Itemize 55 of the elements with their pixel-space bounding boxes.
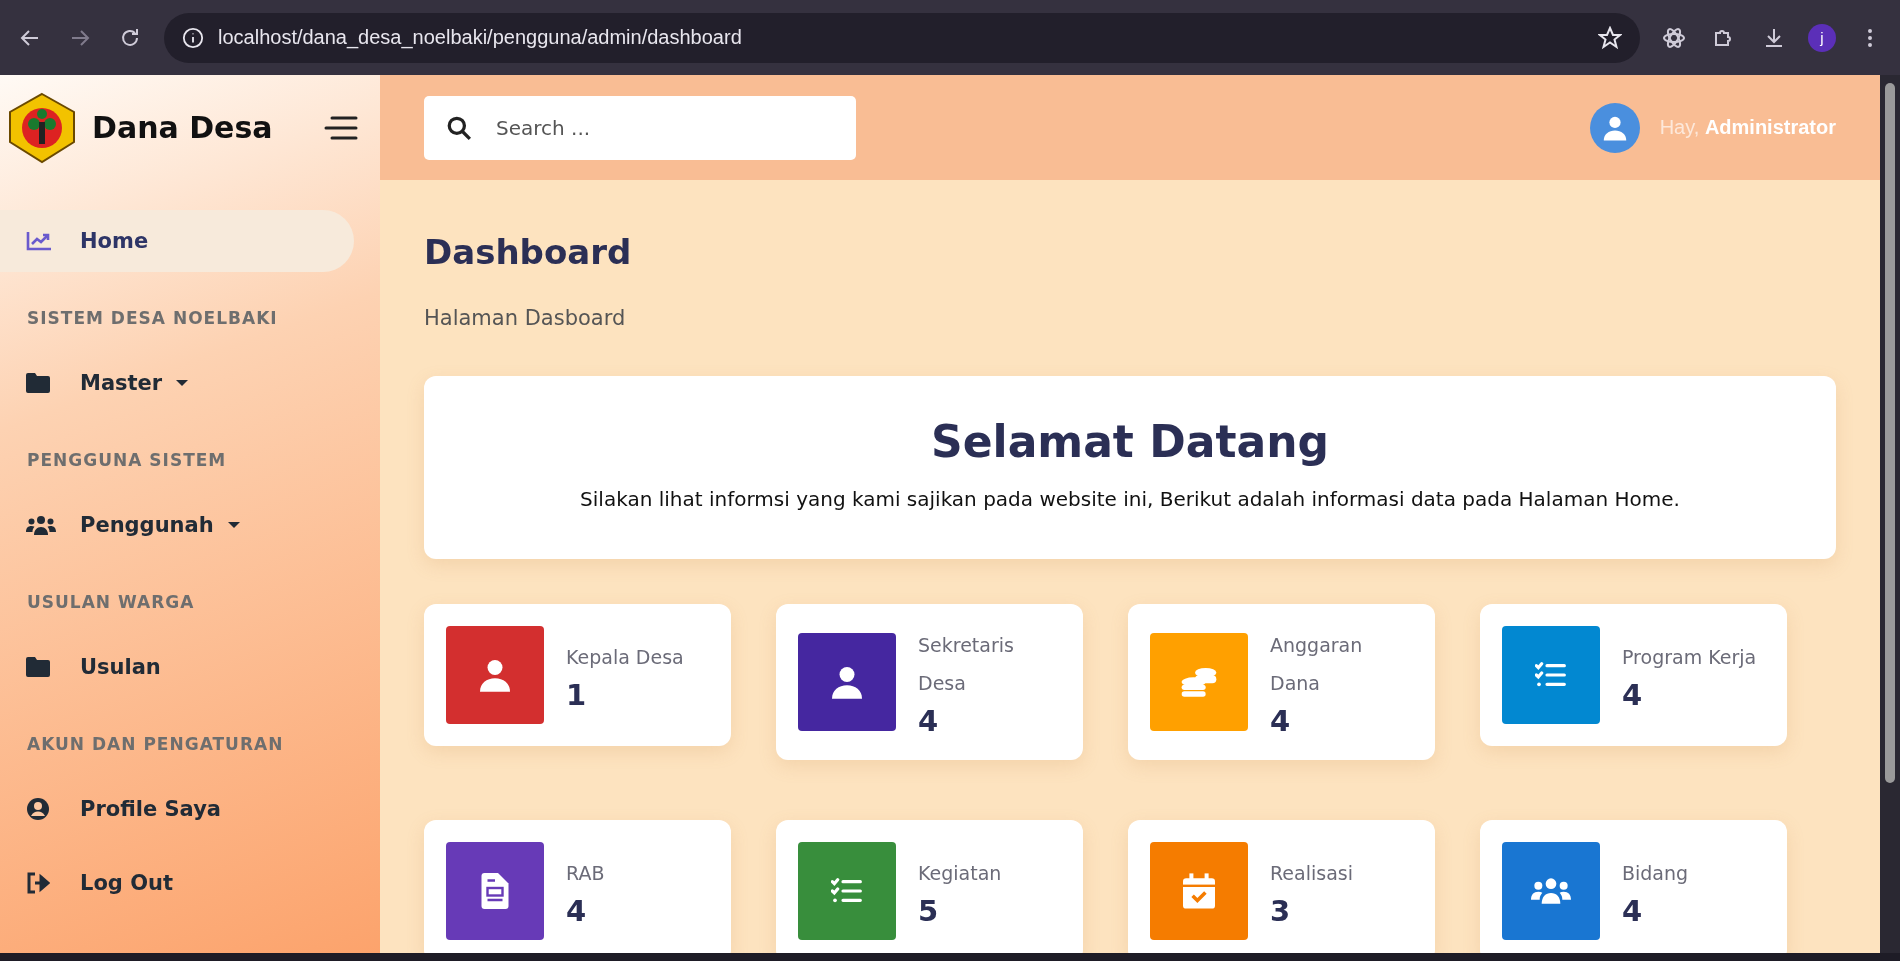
- stat-label: Program Kerja: [1622, 645, 1757, 670]
- nav-item[interactable]: Log Out: [0, 852, 354, 914]
- coins-icon: [1179, 666, 1219, 698]
- address-bar[interactable]: localhost/dana_desa_noelbaki/pengguna/admin/dashboard: [164, 12, 1640, 63]
- stat-label: Sekretaris Desa: [918, 633, 1015, 696]
- logout-icon: [26, 872, 50, 894]
- welcome-text: Silakan lihat informsi yang kami sajikan pada website ini, Berikut adalah informasi data pada Halaman Home.: [580, 487, 1680, 511]
- stat-value: 4: [918, 704, 940, 738]
- stat-value: 5: [918, 894, 940, 928]
- nav-item[interactable]: Penggunah: [0, 494, 354, 556]
- star-icon[interactable]: [1598, 25, 1622, 50]
- emblem-icon: [6, 91, 78, 164]
- stat-value: 4: [1622, 894, 1644, 928]
- nav-item[interactable]: Home: [0, 210, 354, 272]
- checklist-icon: [831, 877, 863, 905]
- search-icon: [446, 114, 472, 141]
- brand-name: Dana Desa: [92, 110, 274, 145]
- users-icon: [26, 514, 56, 536]
- stat-value: 4: [566, 894, 588, 928]
- users-icon: [1531, 877, 1571, 905]
- nav-section-heading: USULAN WARGA: [26, 591, 196, 614]
- folder-icon: [26, 373, 50, 393]
- stat-label: Bidang: [1622, 861, 1689, 886]
- nav-section-heading: SISTEM DESA NOELBAKI: [26, 307, 279, 330]
- menu-icon[interactable]: [324, 114, 358, 141]
- info-icon: [182, 26, 204, 49]
- user-circle-icon: [26, 797, 50, 821]
- nav-item[interactable]: Profile Saya: [0, 778, 354, 840]
- stat-label: RAB: [566, 861, 605, 886]
- nav-item[interactable]: Master: [0, 352, 354, 414]
- stat-label: Realisasi: [1270, 861, 1353, 886]
- stat-value: 3: [1270, 894, 1292, 928]
- stat-label: Anggaran Dana: [1270, 633, 1364, 696]
- url-text: localhost/dana_desa_noelbaki/pengguna/admin/dashboard: [218, 26, 743, 49]
- scrollbar-thumb[interactable]: [1885, 83, 1895, 783]
- stat-label: Kepala Desa: [566, 645, 684, 670]
- stat-value: 1: [566, 678, 588, 712]
- checklist-icon: [1535, 661, 1567, 689]
- folder-icon: [26, 657, 50, 677]
- welcome-title: Selamat Datang: [931, 416, 1329, 467]
- stat-value: 4: [1622, 678, 1644, 712]
- profile-avatar[interactable]: j: [1808, 23, 1836, 52]
- chart-line-icon: [26, 231, 52, 251]
- page-subtitle: Halaman Dasboard: [424, 306, 627, 330]
- stat-value: 4: [1270, 704, 1292, 738]
- search-field[interactable]: Search ...: [424, 95, 856, 160]
- stat-label: Kegiatan: [918, 861, 1002, 886]
- document-icon: [481, 873, 509, 909]
- greeting-text: Hay, Administrator: [1659, 116, 1836, 139]
- nav-section-heading: PENGGUNA SISTEM: [26, 449, 228, 472]
- search-input[interactable]: Search ...: [494, 114, 834, 141]
- page-title: Dashboard: [424, 232, 633, 272]
- calendar-check-icon: [1183, 873, 1215, 909]
- nav-section-heading: AKUN DAN PENGATURAN: [26, 733, 285, 756]
- nav-item[interactable]: Usulan: [0, 636, 354, 698]
